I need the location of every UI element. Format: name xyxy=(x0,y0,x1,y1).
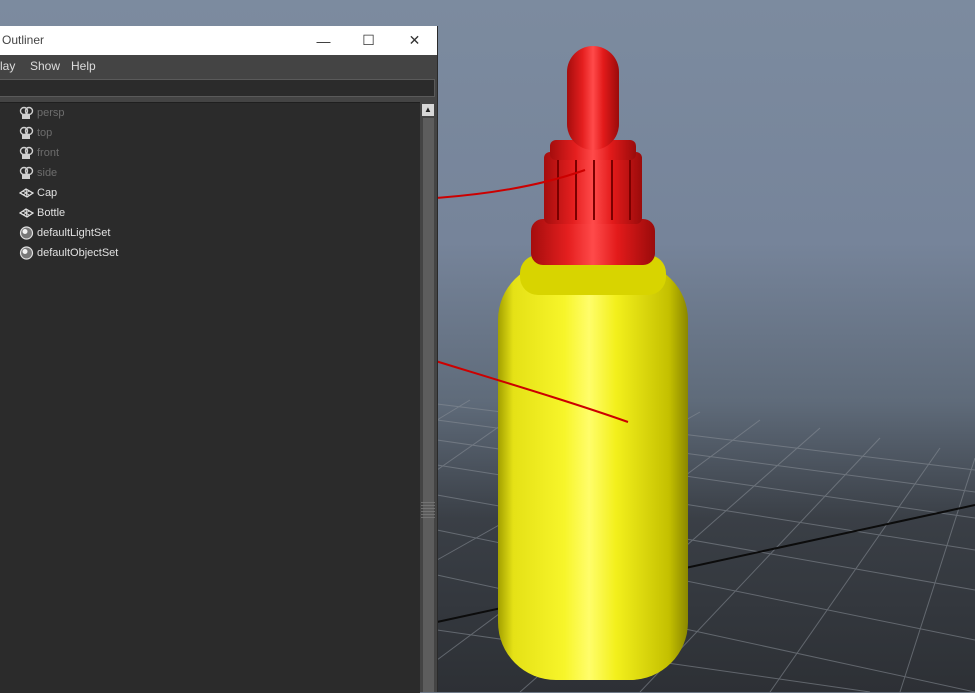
search-row xyxy=(0,77,437,99)
cap-mesh xyxy=(531,46,655,265)
tree-item-label: front xyxy=(37,147,60,159)
tree-item-label: side xyxy=(37,167,58,179)
tree-item-bottle[interactable]: Bottle xyxy=(0,203,420,223)
panel-resize-grip[interactable] xyxy=(421,500,435,518)
camera-icon xyxy=(19,166,34,179)
set-sphere-icon xyxy=(19,226,34,240)
set-sphere-icon xyxy=(19,246,34,260)
outliner-tree: persp top front side Cap Bottle defaultL… xyxy=(0,102,420,693)
tree-item-label: defaultObjectSet xyxy=(37,247,119,259)
minimize-button[interactable]: — xyxy=(301,26,346,55)
menu-help[interactable]: Help xyxy=(71,59,96,73)
tree-item-label: defaultLightSet xyxy=(37,227,111,239)
tree-item-label: top xyxy=(37,127,53,139)
maximize-button[interactable]: ☐ xyxy=(346,26,391,55)
tree-item-cap[interactable]: Cap xyxy=(0,183,420,203)
tree-item-persp[interactable]: persp xyxy=(0,103,420,123)
tree-item-top[interactable]: top xyxy=(0,123,420,143)
search-input[interactable] xyxy=(0,79,435,97)
camera-icon xyxy=(19,146,34,159)
mesh-transform-icon xyxy=(19,188,34,198)
bottle-mesh xyxy=(498,255,688,680)
camera-icon xyxy=(19,126,34,139)
vertical-scrollbar[interactable]: ▲ xyxy=(420,102,437,692)
tree-item-default-object-set[interactable]: defaultObjectSet xyxy=(0,243,420,263)
close-button[interactable]: ✕ xyxy=(392,26,437,55)
tree-item-side[interactable]: side xyxy=(0,163,420,183)
outliner-window: Outliner — ☐ ✕ lay Show Help persp top f… xyxy=(0,26,438,693)
scroll-track[interactable] xyxy=(423,118,434,692)
scroll-up-arrow-icon[interactable]: ▲ xyxy=(422,104,434,116)
tree-item-default-light-set[interactable]: defaultLightSet xyxy=(0,223,420,243)
mesh-transform-icon xyxy=(19,208,34,218)
title-bar[interactable]: Outliner — ☐ ✕ xyxy=(0,26,437,56)
tree-item-label: persp xyxy=(37,107,65,119)
tree-item-label: Bottle xyxy=(37,207,66,219)
window-title: Outliner xyxy=(2,33,45,47)
tree-item-label: Cap xyxy=(37,187,58,199)
tree-item-front[interactable]: front xyxy=(0,143,420,163)
camera-icon xyxy=(19,106,34,119)
menu-show[interactable]: Show xyxy=(30,59,60,73)
menu-display[interactable]: lay xyxy=(0,59,15,73)
menu-bar: lay Show Help xyxy=(0,55,437,77)
